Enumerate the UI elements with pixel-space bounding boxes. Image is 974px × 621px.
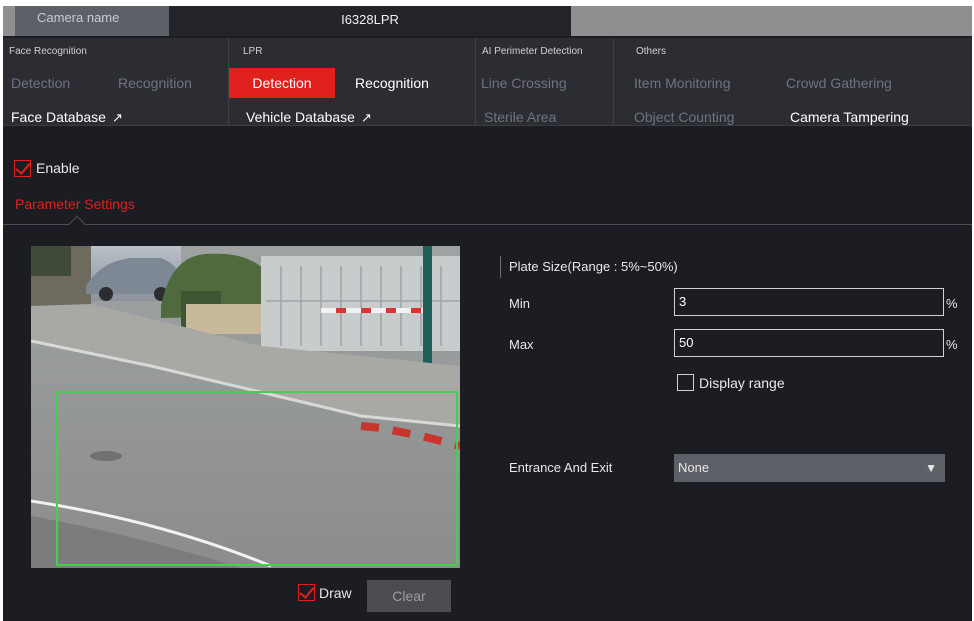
camera-preview[interactable] xyxy=(31,246,460,568)
display-range-label: Display range xyxy=(699,374,785,391)
tab-crowd-gathering[interactable]: Crowd Gathering xyxy=(786,68,892,98)
camera-select[interactable]: I6328LPR xyxy=(169,6,571,36)
tab-face-detection[interactable]: Detection xyxy=(11,68,70,98)
group-others: Others Item Monitoring Crowd Gathering O… xyxy=(614,38,972,126)
max-unit: % xyxy=(946,337,958,352)
group-face-recognition: Face Recognition Detection Recognition F… xyxy=(3,38,229,126)
tab-camera-tampering[interactable]: Camera Tampering xyxy=(790,102,909,132)
tab-divider xyxy=(3,224,972,225)
tab-lpr-recognition[interactable]: Recognition xyxy=(355,68,429,98)
group-title: Face Recognition xyxy=(9,46,87,57)
min-label: Min xyxy=(509,296,530,311)
group-title: LPR xyxy=(243,46,263,57)
tab-parameter-settings[interactable]: Parameter Settings xyxy=(15,196,135,212)
function-tabs: Face Recognition Detection Recognition F… xyxy=(3,38,972,126)
entrance-exit-select[interactable]: None ▼ xyxy=(674,454,945,482)
min-unit: % xyxy=(946,296,958,311)
entrance-exit-label: Entrance And Exit xyxy=(509,460,613,475)
external-link-icon: ↗ xyxy=(111,110,123,125)
tab-item-monitoring[interactable]: Item Monitoring xyxy=(634,68,730,98)
draw-checkbox[interactable] xyxy=(298,584,315,601)
enable-checkbox[interactable] xyxy=(14,159,31,177)
display-range-checkbox[interactable] xyxy=(677,374,694,391)
group-ai-perimeter: AI Perimeter Detection Line Crossing Ste… xyxy=(476,38,614,126)
face-database-link[interactable]: Face Database ↗ xyxy=(11,102,123,132)
tab-object-counting[interactable]: Object Counting xyxy=(634,102,734,132)
group-lpr: LPR Detection Recognition Vehicle Databa… xyxy=(229,38,476,126)
enable-row[interactable]: Enable xyxy=(14,158,80,178)
vehicle-database-link[interactable]: Vehicle Database ↗ xyxy=(246,102,372,132)
group-title: Others xyxy=(636,46,667,57)
max-label: Max xyxy=(509,337,534,352)
camera-bar: Camera name I6328LPR xyxy=(3,6,972,36)
external-link-icon: ↗ xyxy=(360,110,372,125)
clear-button[interactable]: Clear xyxy=(367,580,451,612)
chevron-down-icon: ▼ xyxy=(925,461,937,475)
tab-line-crossing[interactable]: Line Crossing xyxy=(481,68,567,98)
max-input[interactable]: 50 xyxy=(674,329,944,357)
tab-sterile-area[interactable]: Sterile Area xyxy=(484,102,556,132)
group-title: AI Perimeter Detection xyxy=(482,46,583,57)
camera-name-label: Camera name xyxy=(15,6,170,36)
tab-lpr-detection[interactable]: Detection xyxy=(229,68,335,98)
draw-label: Draw xyxy=(319,584,352,601)
detection-area-box[interactable] xyxy=(56,391,458,566)
tab-face-recognition[interactable]: Recognition xyxy=(118,68,192,98)
enable-label: Enable xyxy=(36,160,80,176)
display-range-row[interactable]: Display range xyxy=(677,374,785,391)
draw-row[interactable]: Draw xyxy=(298,584,352,601)
tab-indicator xyxy=(68,215,86,233)
lpr-settings-panel: Camera name I6328LPR Face Recognition De… xyxy=(3,6,972,621)
vehicle-database-label: Vehicle Database xyxy=(246,109,355,125)
face-database-label: Face Database xyxy=(11,109,106,125)
plate-size-title: Plate Size(Range : 5%~50%) xyxy=(500,256,678,278)
entrance-exit-value: None xyxy=(678,460,710,475)
min-input[interactable]: 3 xyxy=(674,288,944,316)
